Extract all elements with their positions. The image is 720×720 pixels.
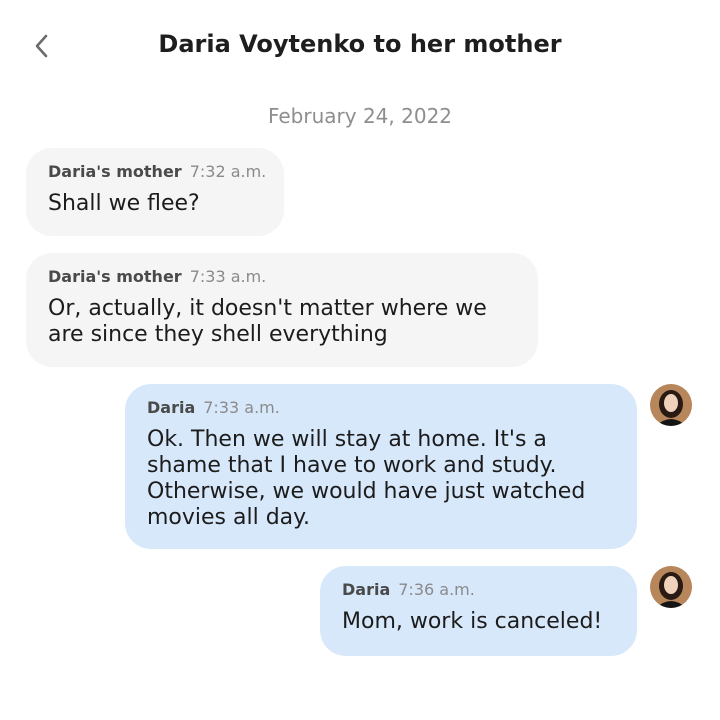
message-meta: Daria's mother 7:33 a.m. xyxy=(48,267,516,286)
message-meta: Daria 7:36 a.m. xyxy=(342,580,615,599)
message-text: Mom, work is canceled! xyxy=(342,609,603,634)
message-time: 7:32 a.m. xyxy=(189,162,267,181)
message-sender: Daria's mother xyxy=(48,267,182,286)
message-text: Shall we flee? xyxy=(48,191,200,216)
message-bubble: Daria 7:36 a.m. Mom, work is canceled! xyxy=(320,566,637,656)
message-sender: Daria xyxy=(147,398,196,417)
message-text: Ok. Then we will stay at home. It's a sh… xyxy=(147,427,586,530)
message-bubble: Daria's mother 7:32 a.m. Shall we flee? xyxy=(26,148,284,236)
avatar[interactable] xyxy=(650,566,692,608)
message-time: 7:33 a.m. xyxy=(189,267,267,286)
message-time: 7:33 a.m. xyxy=(203,398,280,417)
avatar[interactable] xyxy=(650,384,692,426)
back-button[interactable] xyxy=(26,28,58,64)
message-time: 7:36 a.m. xyxy=(398,580,475,599)
chevron-left-icon xyxy=(35,34,48,58)
message-bubble: Daria's mother 7:33 a.m. Or, actually, it… xyxy=(26,253,538,367)
message-meta: Daria 7:33 a.m. xyxy=(147,398,615,417)
message-text: Or, actually, it doesn't matter where we… xyxy=(48,296,487,347)
message-bubble: Daria 7:33 a.m. Ok. Then we will stay at … xyxy=(125,384,637,549)
page-title: Daria Voytenko to her mother xyxy=(158,30,562,58)
date-separator: February 24, 2022 xyxy=(267,104,453,128)
chat-header: Daria Voytenko to her mother xyxy=(0,0,720,92)
message-sender: Daria's mother xyxy=(48,162,182,181)
message-sender: Daria xyxy=(342,580,391,599)
message-meta: Daria's mother 7:32 a.m. xyxy=(48,162,266,181)
